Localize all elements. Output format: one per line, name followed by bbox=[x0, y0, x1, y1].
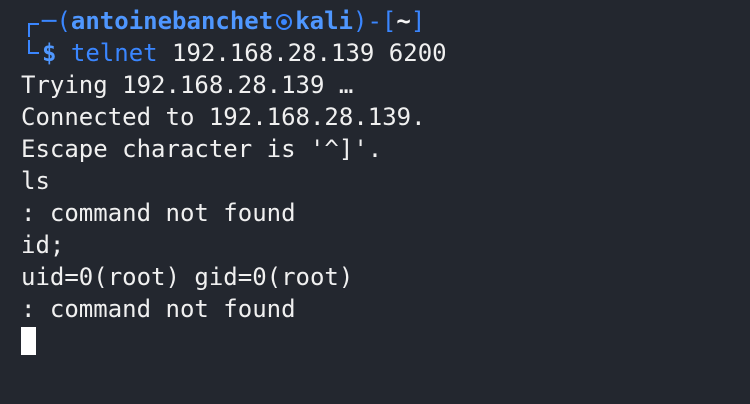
command-name: telnet bbox=[70, 39, 158, 67]
prompt-directory: ~ bbox=[396, 7, 411, 35]
prompt-corner-top-icon bbox=[28, 23, 39, 37]
terminal-window[interactable]: ─(antoinebanchet kali)-[~] $ telnet 192.1… bbox=[0, 0, 750, 404]
prompt-host: kali bbox=[295, 7, 353, 35]
prompt-dash: ─ bbox=[42, 7, 57, 35]
output-line: Trying 192.168.28.139 … bbox=[21, 71, 354, 99]
prompt-close-bracket: ] bbox=[410, 7, 426, 35]
prompt-open-paren: ( bbox=[56, 7, 71, 35]
output-line: : command not found bbox=[21, 295, 296, 323]
output-line: ls bbox=[21, 167, 50, 195]
prompt-header: ─(antoinebanchet kali)-[~] bbox=[28, 6, 426, 37]
output-line: uid=0(root) gid=0(root) bbox=[21, 263, 354, 291]
prompt-corner-bottom-icon bbox=[28, 40, 39, 54]
prompt-user: antoinebanchet bbox=[70, 7, 274, 35]
output-line: id; bbox=[21, 231, 65, 259]
output-line: Connected to 192.168.28.139. bbox=[21, 103, 426, 131]
prompt-separator: -[ bbox=[367, 7, 397, 35]
command-line: $ telnet 192.168.28.139 6200 bbox=[28, 38, 447, 68]
terminal-cursor[interactable] bbox=[21, 327, 36, 355]
kali-skull-icon bbox=[276, 14, 293, 30]
output-line: Escape character is '^]'. bbox=[21, 135, 383, 163]
command-args: 192.168.28.139 6200 bbox=[157, 39, 447, 67]
output-line: : command not found bbox=[21, 199, 296, 227]
prompt-dollar: $ bbox=[42, 39, 57, 67]
prompt-close-paren: ) bbox=[353, 7, 368, 35]
